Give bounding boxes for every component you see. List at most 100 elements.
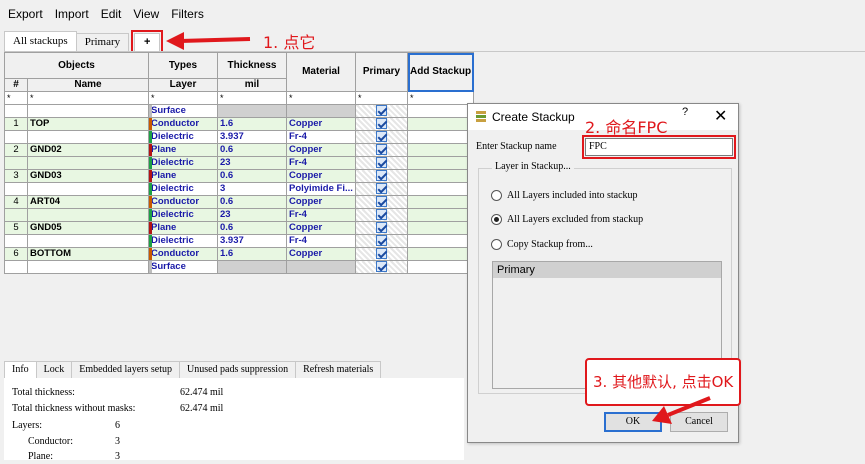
add-stackup-cell[interactable]: [406, 221, 475, 236]
layer-type-cell[interactable]: Plane: [148, 221, 218, 236]
layer-type-cell[interactable]: Dielectric: [148, 156, 218, 171]
tab-info[interactable]: Info: [4, 361, 37, 379]
layer-name-cell[interactable]: ART04: [27, 195, 149, 210]
table-row[interactable]: Dielectric 3.937 Fr-4: [4, 234, 475, 249]
layer-name-cell[interactable]: GND02: [27, 143, 149, 158]
add-stackup-cell[interactable]: [406, 195, 475, 210]
layer-name-cell[interactable]: [27, 208, 149, 223]
menu-filters[interactable]: Filters: [165, 3, 210, 25]
material-cell[interactable]: Fr-4: [286, 130, 356, 145]
checkbox-checked[interactable]: [376, 144, 387, 156]
header-thickness[interactable]: Thickness: [217, 52, 287, 79]
material-cell[interactable]: Copper: [286, 143, 356, 158]
header-num[interactable]: #: [4, 78, 28, 92]
menu-view[interactable]: View: [127, 3, 165, 25]
filter-cell[interactable]: *: [355, 91, 408, 105]
material-cell[interactable]: Copper: [286, 247, 356, 262]
layer-type-cell[interactable]: Surface: [148, 260, 218, 275]
layer-number-cell[interactable]: 3: [4, 169, 28, 184]
header-primary[interactable]: Primary: [355, 52, 408, 92]
radio-button-selected[interactable]: [491, 214, 502, 225]
add-stackup-cell[interactable]: [406, 247, 475, 262]
primary-cell[interactable]: [355, 182, 408, 197]
table-row[interactable]: 6 BOTTOM Conductor 1.6 Copper: [4, 247, 475, 262]
checkbox-checked[interactable]: [376, 248, 387, 260]
layer-name-cell[interactable]: [27, 260, 149, 275]
table-row[interactable]: 2 GND02 Plane 0.6 Copper: [4, 143, 475, 158]
layer-number-cell[interactable]: [4, 156, 28, 171]
layer-type-cell[interactable]: Dielectric: [148, 130, 218, 145]
thickness-cell[interactable]: 0.6: [217, 143, 287, 158]
primary-cell[interactable]: [355, 221, 408, 236]
layer-number-cell[interactable]: 4: [4, 195, 28, 210]
add-stackup-cell[interactable]: [406, 117, 475, 132]
list-item[interactable]: Primary: [493, 262, 721, 278]
layer-number-cell[interactable]: 2: [4, 143, 28, 158]
layer-number-cell[interactable]: [4, 208, 28, 223]
layer-number-cell[interactable]: [4, 260, 28, 275]
layer-number-cell[interactable]: [4, 103, 28, 119]
add-stackup-cell[interactable]: [406, 169, 475, 184]
material-cell[interactable]: Copper: [286, 221, 356, 236]
filter-cell[interactable]: *: [406, 91, 475, 105]
table-row[interactable]: 4 ART04 Conductor 0.6 Copper: [4, 195, 475, 210]
primary-cell[interactable]: [355, 156, 408, 171]
thickness-cell[interactable]: 23: [217, 208, 287, 223]
material-cell[interactable]: Polyimide Fi...: [286, 182, 356, 197]
layer-number-cell[interactable]: [4, 234, 28, 249]
checkbox-checked[interactable]: [376, 131, 387, 143]
thickness-cell[interactable]: 1.6: [217, 247, 287, 262]
material-cell[interactable]: Copper: [286, 195, 356, 210]
layer-number-cell[interactable]: 5: [4, 221, 28, 236]
tab-lock[interactable]: Lock: [35, 361, 73, 379]
layer-name-cell[interactable]: [27, 130, 149, 145]
thickness-cell[interactable]: [217, 260, 287, 275]
layer-type-cell[interactable]: Conductor: [148, 195, 218, 210]
option-all-included[interactable]: All Layers included into stackup: [491, 190, 638, 201]
menu-import[interactable]: Import: [49, 3, 95, 25]
thickness-cell[interactable]: 3.937: [217, 130, 287, 145]
table-row[interactable]: Dielectric 3 Polyimide Fi...: [4, 182, 475, 197]
add-stackup-cell[interactable]: [406, 208, 475, 223]
checkbox-checked[interactable]: [376, 196, 387, 208]
material-cell[interactable]: Fr-4: [286, 156, 356, 171]
option-copy-stackup[interactable]: Copy Stackup from...: [491, 239, 593, 250]
table-row[interactable]: 3 GND03 Plane 0.6 Copper: [4, 169, 475, 184]
checkbox-checked[interactable]: [376, 261, 387, 273]
checkbox-checked[interactable]: [376, 157, 387, 169]
material-cell[interactable]: [286, 260, 356, 275]
radio-button[interactable]: [491, 239, 502, 250]
table-row[interactable]: Surface: [4, 260, 475, 275]
primary-cell[interactable]: [355, 260, 408, 275]
layer-name-cell[interactable]: GND03: [27, 169, 149, 184]
primary-cell[interactable]: [355, 103, 408, 119]
tab-all-stackups[interactable]: All stackups: [4, 31, 77, 51]
tab-unused-pads[interactable]: Unused pads suppression: [178, 361, 297, 379]
add-stackup-cell[interactable]: [406, 234, 475, 249]
header-objects[interactable]: Objects: [4, 52, 149, 79]
layer-type-cell[interactable]: Plane: [148, 143, 218, 158]
primary-cell[interactable]: [355, 130, 408, 145]
material-cell[interactable]: Copper: [286, 169, 356, 184]
primary-cell[interactable]: [355, 247, 408, 262]
table-row[interactable]: 5 GND05 Plane 0.6 Copper: [4, 221, 475, 236]
primary-cell[interactable]: [355, 117, 408, 132]
add-stackup-cell[interactable]: [406, 182, 475, 197]
filter-cell[interactable]: *: [148, 91, 218, 105]
thickness-cell[interactable]: 0.6: [217, 195, 287, 210]
add-stackup-tab-button[interactable]: +: [131, 30, 164, 54]
layer-name-cell[interactable]: [27, 234, 149, 249]
cancel-button[interactable]: Cancel: [670, 412, 728, 432]
header-layer[interactable]: Layer: [148, 78, 218, 92]
layer-number-cell[interactable]: [4, 182, 28, 197]
table-row[interactable]: Surface: [4, 103, 475, 119]
header-name[interactable]: Name: [27, 78, 149, 92]
layer-type-cell[interactable]: Dielectric: [148, 208, 218, 223]
tab-refresh-materials[interactable]: Refresh materials: [295, 361, 382, 379]
layer-number-cell[interactable]: 6: [4, 247, 28, 262]
layer-name-cell[interactable]: [27, 103, 149, 119]
add-stackup-cell[interactable]: [406, 130, 475, 145]
add-stackup-cell[interactable]: [406, 156, 475, 171]
header-types[interactable]: Types: [148, 52, 218, 79]
layer-number-cell[interactable]: [4, 130, 28, 145]
